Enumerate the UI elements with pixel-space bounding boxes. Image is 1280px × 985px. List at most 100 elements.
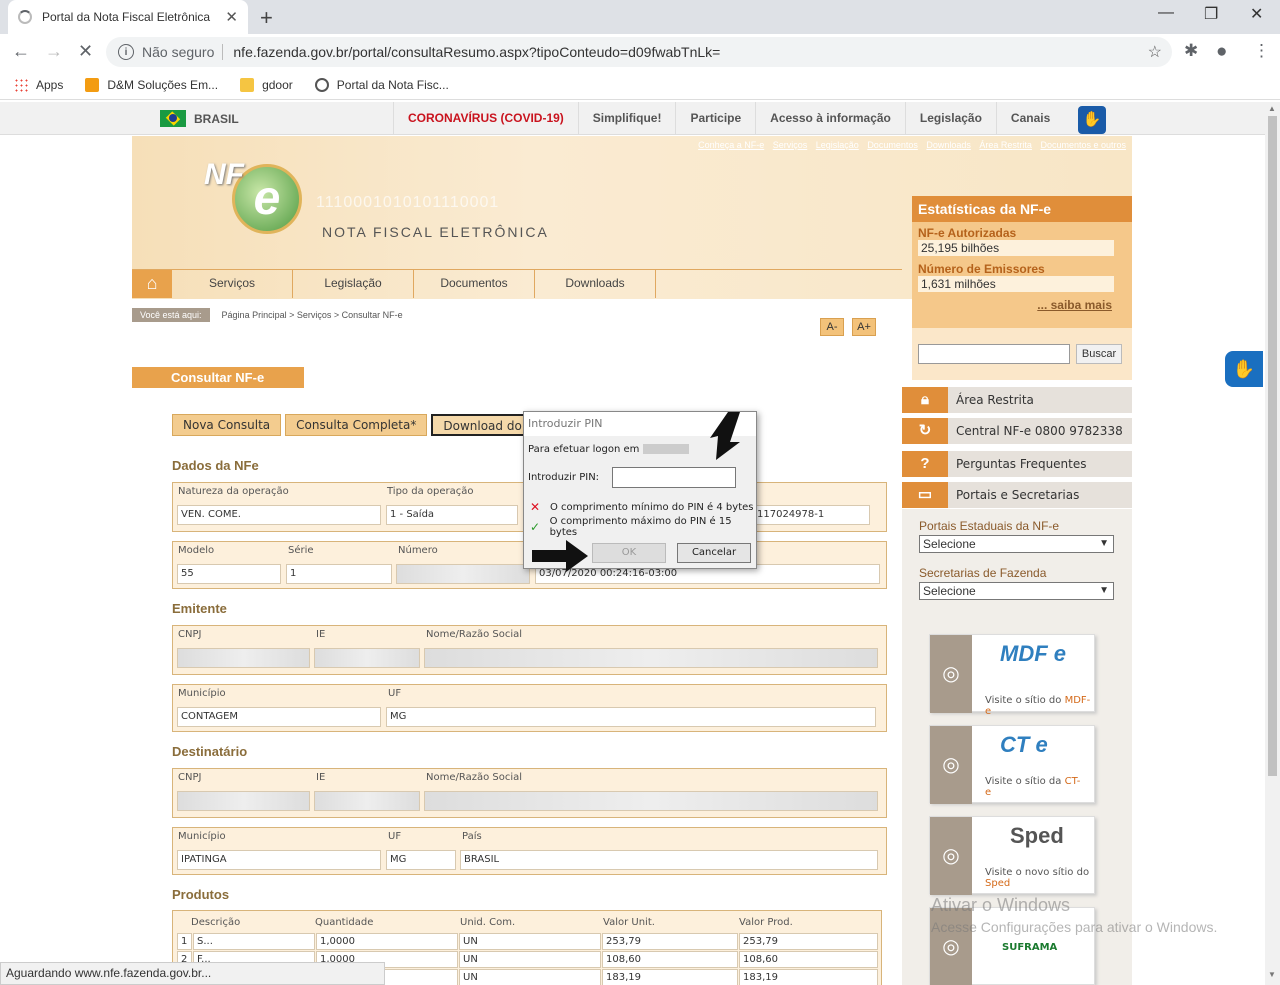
sidebar-item-faq[interactable]: ? Perguntas Frequentes <box>902 451 1132 477</box>
cte-card[interactable]: ◎ CT e Visite o sítio da CT-e <box>929 725 1095 804</box>
restore-icon[interactable]: ❐ <box>1204 4 1218 24</box>
toplink[interactable]: Área Restrita <box>979 140 1032 150</box>
scroll-up-icon[interactable]: ▲ <box>1268 104 1276 113</box>
nav-legislacao[interactable]: Legislação <box>293 270 414 298</box>
bookmark-portal[interactable]: Portal da Nota Fisc... <box>314 77 449 92</box>
bookmark-dm[interactable]: D&M Soluções Em... <box>85 77 218 92</box>
consulta-completa-button[interactable]: Consulta Completa* <box>285 414 428 436</box>
breadcrumb: Você está aqui: Página Principal > Servi… <box>132 308 403 322</box>
search-input[interactable] <box>918 344 1070 364</box>
column-header: Descrição <box>191 917 241 928</box>
destinatario-fieldset: CNPJ IE Nome/Razão Social <box>172 768 887 818</box>
nova-consulta-button[interactable]: Nova Consulta <box>172 414 282 436</box>
nav-documentos[interactable]: Documentos <box>414 270 535 298</box>
field-label: Modelo <box>178 545 215 556</box>
tipo-value: 1 - Saída <box>386 505 518 525</box>
toplink[interactable]: Downloads <box>926 140 971 150</box>
breadcrumb-path[interactable]: Página Principal > Serviços > Consultar … <box>222 310 403 320</box>
gov-link-participe[interactable]: Participe <box>675 102 755 135</box>
sped-card[interactable]: ◎ Sped Visite o novo sítio do Sped <box>929 816 1095 895</box>
chevron-down-icon: ▼ <box>1099 538 1109 549</box>
row-un: UN <box>459 969 601 985</box>
gov-link-simplifique[interactable]: Simplifique! <box>577 102 676 135</box>
row-unit: 253,79 <box>602 933 738 950</box>
dados-heading: Dados da NFe <box>172 458 259 473</box>
toplink[interactable]: Conheça a NF-e <box>698 140 764 150</box>
bookmark-star-icon[interactable]: ☆ <box>1148 42 1162 62</box>
pin-input[interactable] <box>612 467 736 488</box>
url-text: nfe.fazenda.gov.br/portal/consultaResumo… <box>233 44 721 60</box>
back-icon[interactable]: ← <box>12 41 30 62</box>
token-name-blurred <box>643 444 690 454</box>
secretarias-select[interactable]: Selecione ▼ <box>919 582 1114 600</box>
omnibox[interactable]: i Não seguro nfe.fazenda.gov.br/portal/c… <box>106 37 1172 67</box>
sidebar-item-central[interactable]: ↻ Central NF-e 0800 9782338 <box>902 418 1132 444</box>
field-label: Número <box>398 545 438 556</box>
table-row[interactable]: 1 S... 1,0000 UN 253,79 253,79 <box>177 933 879 950</box>
mdfe-card[interactable]: ◎ MDF e Visite o sítio do MDF-e <box>929 634 1095 717</box>
saiba-mais-link[interactable]: ... saiba mais <box>1037 298 1112 312</box>
sidebar-item-label: Portais e Secretarias <box>956 488 1080 502</box>
sidebar-item-portais[interactable]: ▭ Portais e Secretarias <box>902 482 1132 508</box>
ok-button[interactable]: OK <box>592 543 666 563</box>
row-un: UN <box>459 933 601 950</box>
nav-servicos[interactable]: Serviços <box>172 270 293 298</box>
bookmark-apps[interactable]: Apps <box>14 77 63 92</box>
font-increase-button[interactable]: A+ <box>852 318 876 336</box>
new-tab-icon[interactable]: + <box>260 5 273 31</box>
portais-label: Portais Estaduais da NF-e <box>919 519 1060 533</box>
forward-icon[interactable]: → <box>45 41 63 62</box>
close-window-icon[interactable]: ✕ <box>1250 4 1263 24</box>
toplink[interactable]: Documentos e outros <box>1040 140 1126 150</box>
main-nav: ⌂ Serviços Legislação Documentos Downloa… <box>132 269 902 298</box>
search-button[interactable]: Buscar <box>1076 344 1122 364</box>
dialog-logon-text: Para efetuar logon em <box>528 444 690 455</box>
dm-favicon-icon <box>85 77 100 92</box>
libras-hands-icon[interactable]: ✋ <box>1078 106 1106 134</box>
error-x-icon: ✕ <box>530 500 541 514</box>
field-label: Nome/Razão Social <box>426 629 523 640</box>
gov-link-covid[interactable]: CORONAVÍRUS (COVID-19) <box>393 102 578 135</box>
emitente-municipio-value: CONTAGEM <box>177 707 381 727</box>
globe-icon: ◎ <box>930 635 972 713</box>
toplink[interactable]: Serviços <box>773 140 808 150</box>
browser-tab[interactable]: Portal da Nota Fiscal Eletrônica ✕ <box>8 0 248 34</box>
scrollbar-thumb[interactable] <box>1268 116 1277 776</box>
field-label: CNPJ <box>178 772 202 783</box>
info-icon[interactable]: i <box>118 44 134 60</box>
gov-link-acesso[interactable]: Acesso à informação <box>755 102 905 135</box>
not-secure-label: Não seguro <box>142 44 215 60</box>
stop-loading-icon[interactable]: ✕ <box>78 41 93 62</box>
sidebar-item-area-restrita[interactable]: 🔒︎ Área Restrita <box>902 387 1132 413</box>
logo-nf-text: NF <box>204 158 244 191</box>
column-header: Valor Prod. <box>739 917 793 928</box>
row-prod: 253,79 <box>739 933 878 950</box>
cnpj-blurred <box>177 648 310 668</box>
dest-cnpj-blurred <box>177 791 310 811</box>
cancel-button[interactable]: Cancelar <box>677 543 751 563</box>
nav-downloads[interactable]: Downloads <box>535 270 656 298</box>
cte-logo: CT e <box>1000 732 1048 757</box>
card-visit-text: Visite o novo sítio do <box>985 867 1090 878</box>
toplink[interactable]: Documentos <box>867 140 918 150</box>
gov-link-canais[interactable]: Canais <box>995 102 1064 135</box>
page-scrollbar[interactable]: ▲ ▼ <box>1265 102 1280 985</box>
extensions-icon[interactable]: ✱ <box>1184 41 1198 61</box>
home-icon[interactable]: ⌂ <box>132 270 172 298</box>
minimize-icon[interactable]: — <box>1158 4 1174 22</box>
toplink[interactable]: Legislação <box>816 140 859 150</box>
activate-windows-subtitle: Acesse Configurações para ativar o Windo… <box>931 919 1218 935</box>
portais-select[interactable]: Selecione ▼ <box>919 535 1114 553</box>
nfe-logo[interactable]: e NF <box>192 146 322 246</box>
vlibras-hands-icon[interactable]: ✋ <box>1225 351 1263 387</box>
field-label: País <box>462 831 482 842</box>
brasil-link[interactable]: BRASIL <box>160 110 239 127</box>
gov-link-legislacao[interactable]: Legislação <box>904 102 996 135</box>
scroll-down-icon[interactable]: ▼ <box>1268 970 1276 979</box>
row-un: UN <box>459 951 601 968</box>
close-tab-icon[interactable]: ✕ <box>225 8 238 26</box>
font-decrease-button[interactable]: A- <box>820 318 844 336</box>
profile-icon[interactable]: ● <box>1216 41 1227 63</box>
bookmark-gdoor[interactable]: gdoor <box>240 77 293 92</box>
menu-icon[interactable]: ⋮ <box>1253 41 1270 61</box>
